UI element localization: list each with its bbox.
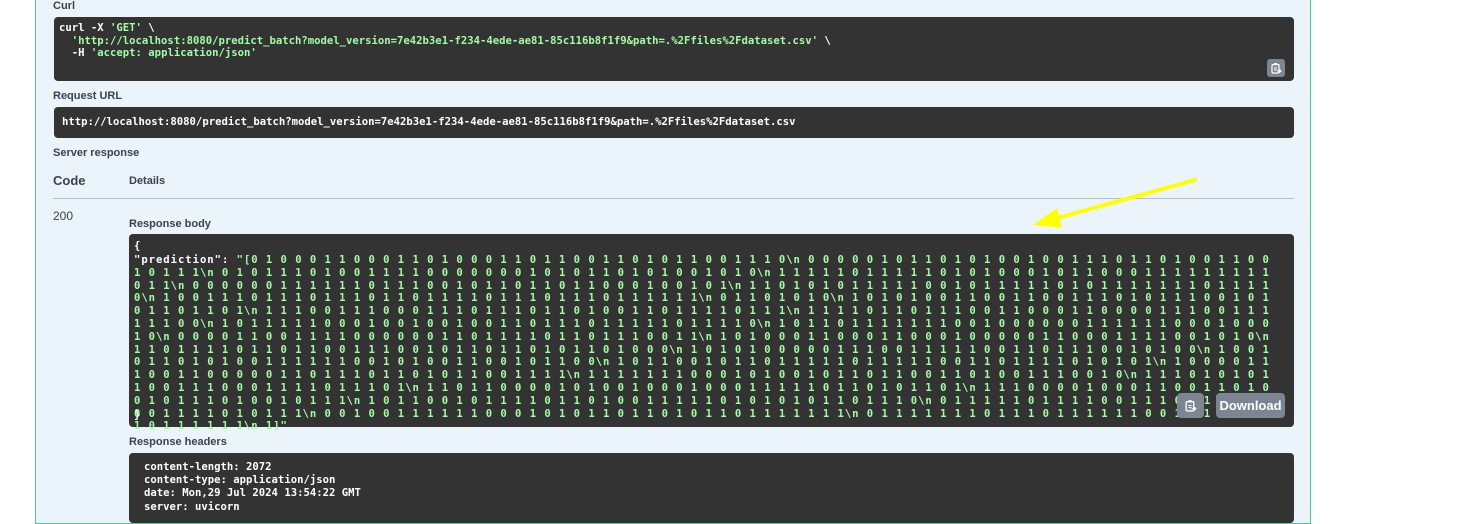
copy-icon <box>1271 63 1282 74</box>
json-colon: : <box>221 254 237 266</box>
copy-icon <box>1185 400 1197 412</box>
response-headers-label: Response headers <box>129 436 227 448</box>
server-response-label: Server response <box>53 147 140 159</box>
header-line: date: Mon,29 Jul 2024 13:54:22 GMT <box>144 487 361 500</box>
header-line: content-length: 2072 <box>144 461 272 473</box>
curl-header-flag: -H <box>71 47 91 60</box>
copy-response-button[interactable] <box>1177 393 1204 418</box>
request-url-box: http://localhost:8080/predict_batch?mode… <box>54 107 1294 138</box>
details-column-header: Details <box>129 175 166 187</box>
response-code: 200 <box>53 209 74 223</box>
response-headers-box: content-length: 2072 content-type: appli… <box>129 453 1294 523</box>
json-close-brace: } <box>134 409 141 421</box>
response-body-label: Response body <box>129 218 211 230</box>
curl-label: Curl <box>53 0 75 12</box>
curl-code-block: curl -X 'GET' \ 'http://localhost:8080/p… <box>54 17 1294 81</box>
curl-url: 'http://localhost:8080/predict_batch?mod… <box>71 34 818 47</box>
curl-method: 'GET' <box>110 22 142 34</box>
header-line: server: uvicorn <box>144 500 240 513</box>
line-continuation: \ <box>141 22 155 34</box>
prediction-value: "[0 1 0 0 0 1 1 0 0 0 1 1 0 1 0 0 0 1 1 … <box>134 254 1270 433</box>
code-column-header: Code <box>53 173 86 188</box>
line-continuation: \ <box>818 34 831 47</box>
download-button[interactable]: Download <box>1216 393 1285 418</box>
request-url-label: Request URL <box>53 90 123 102</box>
json-open-brace: { <box>134 240 141 252</box>
request-url-value: http://localhost:8080/predict_batch?mode… <box>62 116 796 128</box>
curl-command: curl -X <box>59 22 111 34</box>
annotation-arrow <box>1033 178 1197 228</box>
json-key: "prediction" <box>134 254 222 266</box>
header-line: content-type: application/json <box>144 474 336 487</box>
copy-curl-button[interactable] <box>1267 59 1285 77</box>
response-body-content: "prediction": "[0 1 0 0 0 1 1 0 0 0 1 1 … <box>134 254 1284 433</box>
curl-header-value: 'accept: application/json' <box>90 47 257 60</box>
